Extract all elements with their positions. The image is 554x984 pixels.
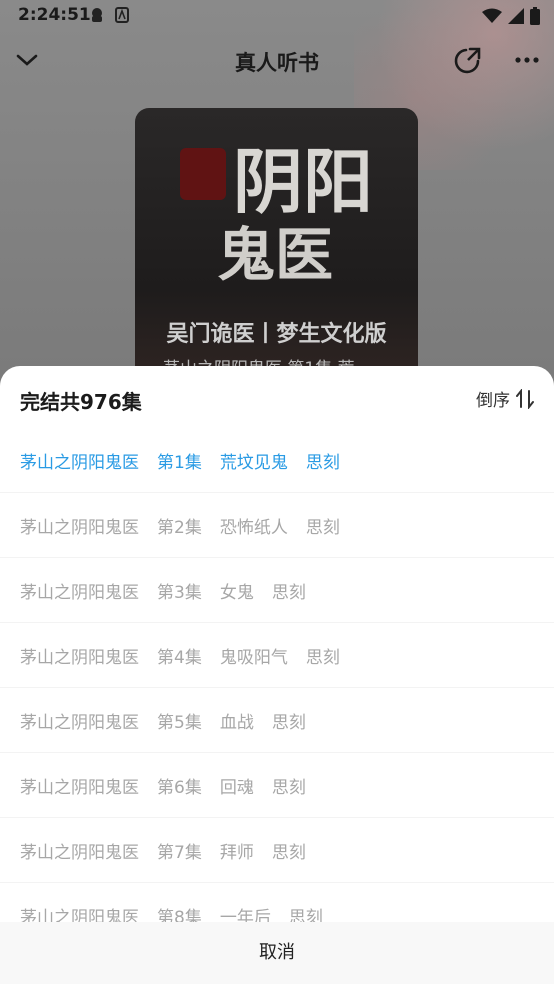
battery-icon [530,7,540,25]
episode-narrator: 思刻 [271,777,306,798]
more-icon[interactable] [514,56,540,64]
share-icon[interactable] [452,46,482,76]
episode-narrator: 思刻 [305,452,340,473]
episode-number: 第7集 [157,842,202,863]
episode-narrator: 思刻 [271,712,306,733]
top-bar: 真人听书 [0,36,554,86]
sort-label: 倒序 [476,391,510,411]
episode-narrator: 思刻 [271,582,306,603]
episode-name: 血战 [219,712,254,733]
episode-list: 茅山之阴阳鬼医 第1集 荒坟见鬼 思刻 茅山之阴阳鬼医 第2集 恐怖纸人 思刻 … [0,428,554,948]
episode-series: 茅山之阴阳鬼医 [20,517,139,538]
episode-number: 第6集 [157,777,202,798]
episode-row[interactable]: 茅山之阴阳鬼医 第1集 荒坟见鬼 思刻 [0,428,554,493]
cover-subtitle: 吴门诡医丨梦生文化版 [166,322,387,347]
episode-narrator: 思刻 [271,842,306,863]
episode-number: 第3集 [157,582,202,603]
episode-narrator: 思刻 [305,517,340,538]
sheet-title: 完结共976集 [20,390,142,414]
app-notification-icon [92,8,102,22]
episode-row[interactable]: 茅山之阴阳鬼医 第3集 女鬼 思刻 [0,558,554,623]
episode-row[interactable]: 茅山之阴阳鬼医 第6集 回魂 思刻 [0,753,554,818]
status-system-icons [482,7,540,25]
episode-series: 茅山之阴阳鬼医 [20,582,139,603]
a-letter-icon [115,7,129,23]
episode-number: 第1集 [157,452,202,473]
status-bar: 2:24:51 [0,0,554,32]
episode-number: 第5集 [157,712,202,733]
episode-name: 鬼吸阳气 [219,647,288,668]
episode-series: 茅山之阴阳鬼医 [20,452,139,473]
cancel-bar[interactable]: 取消 [0,922,554,984]
status-time: 2:24:51 [18,5,91,25]
sort-icon [516,388,534,409]
episode-series: 茅山之阴阳鬼医 [20,647,139,668]
episode-number: 第2集 [157,517,202,538]
episode-narrator: 思刻 [305,647,340,668]
episode-name: 女鬼 [219,582,254,603]
episode-number: 第4集 [157,647,202,668]
episode-row[interactable]: 茅山之阴阳鬼医 第5集 血战 思刻 [0,688,554,753]
episode-series: 茅山之阴阳鬼医 [20,712,139,733]
episode-list-sheet: 完结共976集 倒序 茅山之阴阳鬼医 第1集 荒坟见鬼 思刻 茅山之阴阳鬼医 第… [0,366,554,984]
episode-series: 茅山之阴阳鬼医 [20,777,139,798]
episode-row[interactable]: 茅山之阴阳鬼医 第2集 恐怖纸人 思刻 [0,493,554,558]
episode-name: 回魂 [219,777,254,798]
episode-row[interactable]: 茅山之阴阳鬼医 第4集 鬼吸阳气 思刻 [0,623,554,688]
sheet-header: 完结共976集 倒序 [20,384,534,414]
cover-red-seal [180,148,226,200]
status-notification-icons [89,7,129,23]
episode-name: 拜师 [219,842,254,863]
cancel-button[interactable]: 取消 [0,938,554,964]
episode-row[interactable]: 茅山之阴阳鬼医 第7集 拜师 思刻 [0,818,554,883]
episode-series: 茅山之阴阳鬼医 [20,842,139,863]
sort-order-button[interactable]: 倒序 [476,386,534,411]
signal-icon [508,8,524,24]
wifi-icon [482,8,502,23]
episode-name: 荒坟见鬼 [219,452,288,473]
episode-name: 恐怖纸人 [219,517,288,538]
cover-title-line-2: 鬼医 [217,221,334,289]
